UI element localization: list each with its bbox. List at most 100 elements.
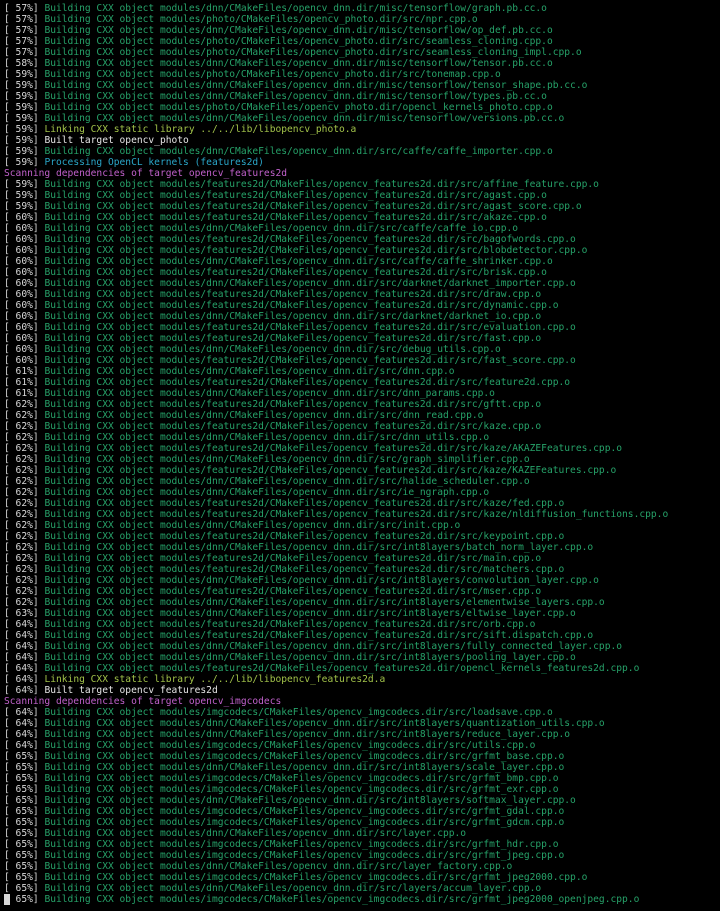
terminal-line: [ 64%] Building CXX object modules/featu… — [4, 663, 720, 674]
progress-percent: [ 64%] — [4, 630, 39, 641]
build-message-build: Building CXX object modules/dnn/CMakeFil… — [44, 3, 547, 14]
progress-percent: [ 57%] — [4, 36, 39, 47]
terminal-window[interactable]: [ 57%] Building CXX object modules/dnn/C… — [0, 0, 720, 911]
terminal-line: [ 63%] Building CXX object modules/dnn/C… — [4, 608, 720, 619]
terminal-line: [ 65%] Building CXX object modules/imgco… — [4, 817, 720, 828]
terminal-line: [ 62%] Building CXX object modules/featu… — [4, 465, 720, 476]
progress-percent: [ 62%] — [4, 443, 39, 454]
terminal-line: [ 64%] Building CXX object modules/featu… — [4, 619, 720, 630]
terminal-line: [ 59%] Building CXX object modules/dnn/C… — [4, 80, 720, 91]
build-message-build: Building CXX object modules/features2d/C… — [44, 553, 542, 564]
terminal-line: [ 62%] Building CXX object modules/featu… — [4, 586, 720, 597]
terminal-line: [ 62%] Building CXX object modules/dnn/C… — [4, 410, 720, 421]
build-message-build: Building CXX object modules/features2d/C… — [44, 190, 547, 201]
terminal-line: [ 62%] Building CXX object modules/dnn/C… — [4, 432, 720, 443]
build-message-build: Building CXX object modules/dnn/CMakeFil… — [44, 388, 495, 399]
terminal-line: [ 65%] Building CXX object modules/dnn/C… — [4, 795, 720, 806]
terminal-line: [ 65%] Building CXX object modules/imgco… — [4, 850, 720, 861]
progress-percent: [ 59%] — [4, 80, 39, 91]
build-message-build: Building CXX object modules/dnn/CMakeFil… — [44, 432, 490, 443]
progress-percent: [ 65%] — [4, 773, 39, 784]
build-message-build: Building CXX object modules/imgcodecs/CM… — [44, 773, 559, 784]
progress-percent: [ 65%] — [4, 861, 39, 872]
progress-percent: [ 59%] — [4, 190, 39, 201]
progress-percent: [ 62%] — [4, 586, 39, 597]
terminal-line: [ 61%] Building CXX object modules/dnn/C… — [4, 366, 720, 377]
build-message-scan: Scanning dependencies of target opencv_i… — [4, 696, 282, 707]
terminal-line: [ 60%] Building CXX object modules/dnn/C… — [4, 344, 720, 355]
progress-percent: [ 59%] — [4, 102, 39, 113]
terminal-line: [ 64%] Building CXX object modules/dnn/C… — [4, 718, 720, 729]
build-message-build: Building CXX object modules/dnn/CMakeFil… — [44, 366, 455, 377]
progress-percent: [ 59%] — [4, 91, 39, 102]
terminal-line: [ 62%] Building CXX object modules/featu… — [4, 553, 720, 564]
build-message-build: Building CXX object modules/dnn/CMakeFil… — [44, 883, 542, 894]
progress-percent: [ 60%] — [4, 223, 39, 234]
terminal-line: [ 64%] Building CXX object modules/imgco… — [4, 707, 720, 718]
progress-percent: [ 62%] — [4, 432, 39, 443]
progress-percent: [ 60%] — [4, 256, 39, 267]
progress-percent: [ 61%] — [4, 377, 39, 388]
progress-percent: [ 62%] — [4, 542, 39, 553]
build-message-built: Built target opencv_features2d — [44, 685, 218, 696]
terminal-line: [ 57%] Building CXX object modules/photo… — [4, 47, 720, 58]
terminal-line: [ 62%] Building CXX object modules/featu… — [4, 509, 720, 520]
build-message-build: Building CXX object modules/features2d/C… — [44, 322, 576, 333]
build-message-build: Building CXX object modules/features2d/C… — [44, 377, 571, 388]
progress-percent: [ 65%] — [4, 872, 39, 883]
build-message-build: Building CXX object modules/dnn/CMakeFil… — [44, 828, 467, 839]
terminal-line: [ 60%] Building CXX object modules/featu… — [4, 355, 720, 366]
terminal-line: [ 58%] Building CXX object modules/dnn/C… — [4, 58, 720, 69]
progress-percent: [ 64%] — [4, 663, 39, 674]
terminal-line: [ 62%] Building CXX object modules/dnn/C… — [4, 454, 720, 465]
build-message-build: Building CXX object modules/features2d/C… — [44, 201, 582, 212]
progress-percent: [ 58%] — [4, 58, 39, 69]
progress-percent: [ 60%] — [4, 300, 39, 311]
progress-percent: [ 64%] — [4, 685, 39, 696]
build-message-build: Building CXX object modules/dnn/CMakeFil… — [44, 91, 547, 102]
terminal-line: [ 65%] Building CXX object modules/imgco… — [4, 894, 720, 905]
build-message-build: Building CXX object modules/dnn/CMakeFil… — [44, 410, 484, 421]
build-message-build: Building CXX object modules/features2d/C… — [44, 663, 640, 674]
progress-percent: [ 60%] — [4, 234, 39, 245]
build-message-build: Building CXX object modules/features2d/C… — [44, 509, 669, 520]
progress-percent: [ 62%] — [4, 476, 39, 487]
build-message-build: Building CXX object modules/dnn/CMakeFil… — [44, 641, 623, 652]
progress-percent: [ 61%] — [4, 366, 39, 377]
progress-percent: [ 60%] — [4, 344, 39, 355]
build-message-build: Building CXX object modules/imgcodecs/CM… — [44, 707, 553, 718]
terminal-line: [ 62%] Building CXX object modules/featu… — [4, 399, 720, 410]
build-message-build: Building CXX object modules/dnn/CMakeFil… — [44, 575, 599, 586]
terminal-line: [ 59%] Building CXX object modules/dnn/C… — [4, 113, 720, 124]
progress-percent: [ 65%] — [4, 795, 39, 806]
terminal-line: [ 65%] Building CXX object modules/dnn/C… — [4, 762, 720, 773]
progress-percent: [ 65%] — [4, 751, 39, 762]
terminal-line: [ 59%] Building CXX object modules/featu… — [4, 179, 720, 190]
terminal-line: [ 65%] Building CXX object modules/imgco… — [4, 839, 720, 850]
build-message-build: Building CXX object modules/features2d/C… — [44, 443, 623, 454]
build-message-build: Building CXX object modules/dnn/CMakeFil… — [44, 256, 553, 267]
terminal-line: [ 65%] Building CXX object modules/dnn/C… — [4, 828, 720, 839]
build-message-build: Building CXX object modules/features2d/C… — [44, 619, 536, 630]
progress-percent: [ 62%] — [4, 498, 39, 509]
build-message-build: Building CXX object modules/photo/CMakeF… — [44, 102, 553, 113]
build-message-build: Building CXX object modules/features2d/C… — [44, 421, 542, 432]
progress-percent: [ 59%] — [4, 201, 39, 212]
terminal-line: [ 60%] Building CXX object modules/featu… — [4, 234, 720, 245]
progress-percent: [ 65%] — [4, 817, 39, 828]
progress-percent: [ 65%] — [4, 883, 39, 894]
terminal-line: [ 65%] Building CXX object modules/imgco… — [4, 751, 720, 762]
progress-percent: [ 64%] — [4, 729, 39, 740]
build-message-build: Building CXX object modules/features2d/C… — [44, 245, 588, 256]
progress-percent: [ 57%] — [4, 3, 39, 14]
terminal-line: [ 64%] Linking CXX static library ../../… — [4, 674, 720, 685]
progress-percent: [ 64%] — [4, 641, 39, 652]
build-message-build: Building CXX object modules/imgcodecs/CM… — [44, 784, 559, 795]
terminal-line: [ 64%] Building CXX object modules/dnn/C… — [4, 729, 720, 740]
text-cursor — [4, 894, 10, 905]
terminal-line: [ 60%] Building CXX object modules/dnn/C… — [4, 256, 720, 267]
progress-percent: [ 61%] — [4, 388, 39, 399]
build-message-build: Building CXX object modules/photo/CMakeF… — [44, 14, 478, 25]
progress-percent: [ 65%] — [4, 762, 39, 773]
terminal-line: [ 60%] Building CXX object modules/dnn/C… — [4, 278, 720, 289]
